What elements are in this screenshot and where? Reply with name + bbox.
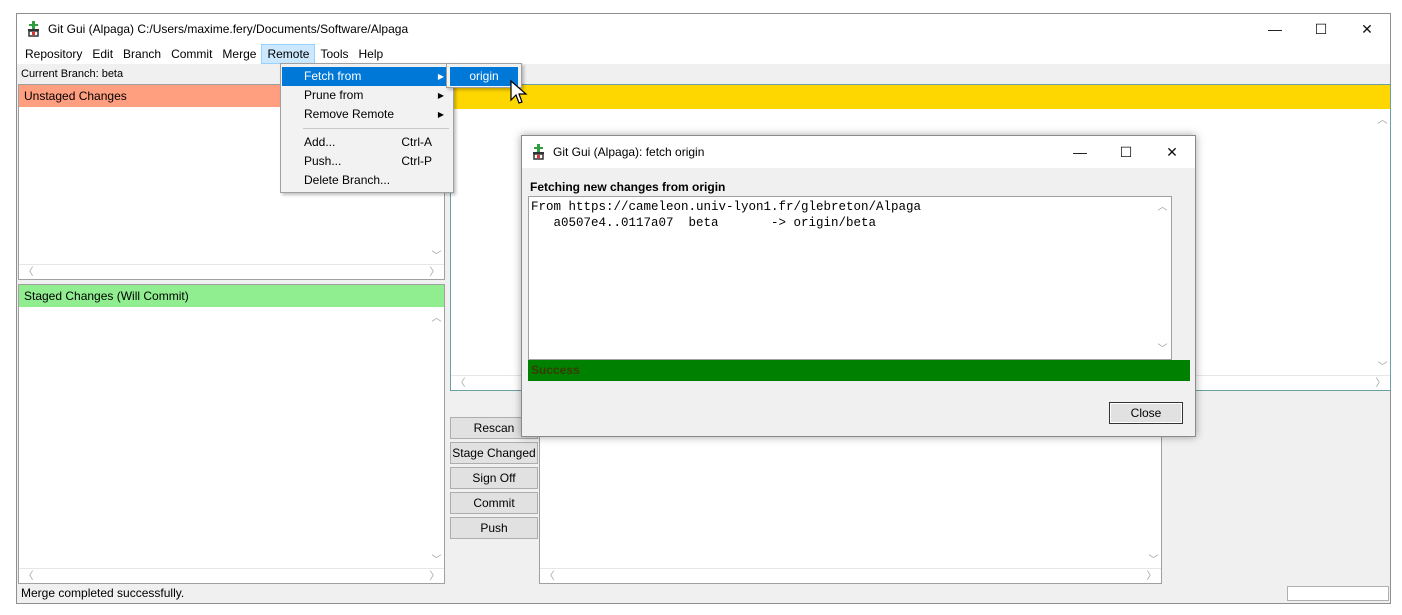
- scroll-up-icon[interactable]: ︿: [429, 311, 444, 326]
- commit-message-pane[interactable]: ﹀ 〈 〉: [539, 434, 1162, 584]
- menu-tools[interactable]: Tools: [315, 44, 353, 64]
- scroll-right-icon[interactable]: 〉: [427, 265, 442, 280]
- close-button[interactable]: ✕: [1344, 14, 1390, 44]
- fetch-output-text[interactable]: From https://cameleon.univ-lyon1.fr/gleb…: [528, 196, 1172, 360]
- diff-vscroll[interactable]: ︿ ﹀: [1375, 109, 1390, 375]
- staged-vscroll[interactable]: ︿ ﹀: [429, 307, 444, 568]
- scroll-left-icon[interactable]: 〈: [453, 376, 468, 391]
- scroll-left-icon[interactable]: 〈: [21, 569, 36, 584]
- output-vscroll[interactable]: ︿ ﹀: [1154, 197, 1171, 359]
- staged-hscroll[interactable]: 〈 〉: [19, 568, 444, 583]
- mouse-cursor-icon: [510, 80, 528, 104]
- scroll-down-icon[interactable]: ﹀: [1155, 342, 1170, 357]
- push-shortcut: Ctrl-P: [401, 154, 432, 168]
- close-icon: ✕: [1166, 143, 1178, 160]
- menu-help[interactable]: Help: [353, 44, 388, 64]
- dialog-minimize-button[interactable]: —: [1057, 136, 1103, 168]
- menu-add[interactable]: Add... Ctrl-A: [282, 133, 452, 152]
- menu-bar: Repository Edit Branch Commit Merge Remo…: [17, 44, 1390, 64]
- submenu-arrow-icon: ▶: [437, 72, 444, 81]
- add-shortcut: Ctrl-A: [401, 135, 432, 149]
- status-bar: Merge completed successfully.: [17, 583, 1390, 603]
- status-text: Merge completed successfully.: [21, 586, 185, 600]
- minimize-button[interactable]: —: [1252, 14, 1298, 44]
- menu-remote[interactable]: Remote: [261, 44, 316, 64]
- menu-merge[interactable]: Merge: [217, 44, 261, 64]
- scroll-down-icon[interactable]: ﹀: [429, 249, 444, 264]
- menu-prune-from[interactable]: Prune from ▶: [282, 86, 452, 105]
- close-icon: ✕: [1361, 20, 1373, 37]
- maximize-button[interactable]: ☐: [1298, 14, 1344, 44]
- dialog-title-bar[interactable]: Git Gui (Alpaga): fetch origin — ☐ ✕: [522, 136, 1195, 168]
- title-bar[interactable]: Git Gui (Alpaga) C:/Users/maxime.fery/Do…: [17, 14, 1390, 44]
- success-status-bar: Success: [528, 360, 1190, 381]
- scroll-right-icon[interactable]: 〉: [1373, 376, 1388, 391]
- menu-remove-remote[interactable]: Remove Remote ▶: [282, 105, 452, 124]
- stage-changed-button[interactable]: Stage Changed: [450, 442, 538, 464]
- submenu-arrow-icon: ▶: [437, 91, 444, 100]
- dialog-close-button[interactable]: ✕: [1149, 136, 1195, 168]
- dialog-heading: Fetching new changes from origin: [530, 180, 726, 194]
- unstaged-hscroll[interactable]: 〈 〉: [19, 264, 444, 279]
- menu-repository[interactable]: Repository: [20, 44, 87, 64]
- submenu-origin[interactable]: origin: [450, 67, 518, 86]
- maximize-icon: ☐: [1119, 143, 1133, 160]
- dialog-title: Git Gui (Alpaga): fetch origin: [553, 145, 705, 159]
- submenu-arrow-icon: ▶: [437, 110, 444, 119]
- menu-separator: [303, 128, 449, 129]
- staged-changes-pane[interactable]: Staged Changes (Will Commit) ︿ ﹀ 〈 〉: [18, 284, 445, 584]
- maximize-icon: ☐: [1314, 20, 1328, 37]
- current-branch-label: Current Branch: beta: [21, 68, 124, 80]
- scroll-right-icon[interactable]: 〉: [427, 569, 442, 584]
- menu-commit[interactable]: Commit: [166, 44, 217, 64]
- menu-branch[interactable]: Branch: [118, 44, 166, 64]
- success-label: Success: [531, 363, 580, 377]
- scroll-up-icon[interactable]: ︿: [1375, 113, 1390, 128]
- progress-bar: [1287, 586, 1389, 601]
- minimize-icon: —: [1268, 21, 1282, 37]
- commit-button[interactable]: Commit: [450, 492, 538, 514]
- git-gui-icon: [532, 144, 546, 160]
- push-button[interactable]: Push: [450, 517, 538, 539]
- dialog-maximize-button[interactable]: ☐: [1103, 136, 1149, 168]
- remote-menu: Fetch from ▶ Prune from ▶ Remove Remote …: [280, 63, 454, 193]
- diff-header: [451, 85, 1390, 109]
- menu-fetch-from[interactable]: Fetch from ▶: [282, 67, 452, 86]
- staged-changes-header: Staged Changes (Will Commit): [19, 285, 444, 307]
- fetch-dialog: Git Gui (Alpaga): fetch origin — ☐ ✕ Fet…: [521, 135, 1196, 437]
- commit-hscroll[interactable]: 〈 〉: [540, 568, 1161, 583]
- scroll-right-icon[interactable]: 〉: [1144, 569, 1159, 584]
- menu-edit[interactable]: Edit: [87, 44, 118, 64]
- window-title: Git Gui (Alpaga) C:/Users/maxime.fery/Do…: [48, 22, 409, 36]
- scroll-left-icon[interactable]: 〈: [542, 569, 557, 584]
- menu-push[interactable]: Push... Ctrl-P: [282, 152, 452, 171]
- commit-vscroll[interactable]: ﹀: [1146, 435, 1161, 568]
- output-line: From https://cameleon.univ-lyon1.fr/gleb…: [531, 200, 922, 214]
- scroll-up-icon[interactable]: ︿: [1155, 200, 1170, 215]
- git-gui-icon: [27, 21, 41, 37]
- scroll-down-icon[interactable]: ﹀: [1375, 360, 1390, 375]
- scroll-down-icon[interactable]: ﹀: [429, 553, 444, 568]
- menu-delete-branch[interactable]: Delete Branch...: [282, 171, 452, 190]
- output-line: a0507e4..0117a07 beta -> origin/beta: [531, 216, 877, 230]
- minimize-icon: —: [1073, 144, 1087, 160]
- scroll-down-icon[interactable]: ﹀: [1146, 553, 1161, 568]
- scroll-left-icon[interactable]: 〈: [21, 265, 36, 280]
- sign-off-button[interactable]: Sign Off: [450, 467, 538, 489]
- dialog-close-button-bottom[interactable]: Close: [1109, 402, 1183, 424]
